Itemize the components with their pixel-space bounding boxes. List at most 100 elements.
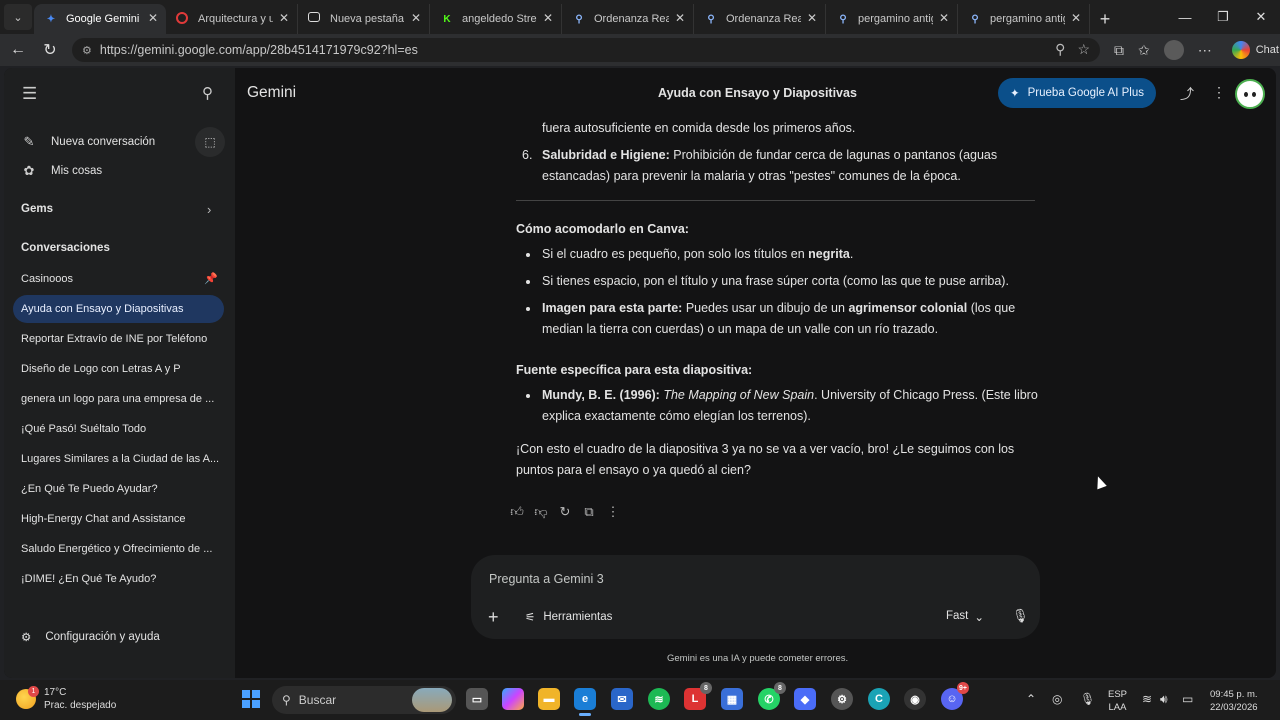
mic-tray-icon[interactable]: 🎙︎ — [1080, 692, 1095, 706]
sidebar-item[interactable]: ¡Qué Pasó! Suéltalo Todo — [13, 415, 224, 443]
spotify-icon[interactable]: ≋ — [648, 688, 670, 710]
copilot-app-icon[interactable] — [502, 688, 524, 710]
microphone-icon[interactable]: 🎙︎ — [1012, 608, 1029, 624]
sidebar-item[interactable]: Lugares Similares a la Ciudad de las A..… — [13, 445, 224, 473]
minimize-icon[interactable]: — — [1166, 0, 1204, 34]
sidebar-item-active[interactable]: Ayuda con Ensayo y Diapositivas — [13, 295, 224, 323]
file-explorer-icon[interactable]: ▬ — [538, 688, 560, 710]
gems-section[interactable]: Gems — [21, 203, 53, 215]
close-icon[interactable]: ✕ — [148, 11, 158, 25]
tab-1[interactable]: Arquitectura y urba ✕ — [166, 4, 298, 34]
tab-2[interactable]: Nueva pestaña ✕ — [298, 4, 430, 34]
sidebar-item[interactable]: Saludo Energético y Ofrecimiento de ... — [13, 535, 224, 563]
extensions-icon[interactable]: ⧉ — [1114, 42, 1124, 59]
weather-badge: 1 — [28, 686, 39, 697]
roblox-icon[interactable]: ◆ — [794, 688, 816, 710]
volume-icon[interactable]: 🔊︎ — [1160, 692, 1168, 707]
more-menu-icon[interactable]: ⋯ — [1198, 42, 1212, 59]
copy-icon[interactable]: ⧉ — [582, 504, 596, 520]
meet-icon[interactable]: ◎ — [1052, 692, 1062, 706]
close-icon[interactable]: ✕ — [543, 11, 553, 25]
new-chat-button[interactable]: ✎ Nueva conversación — [21, 134, 156, 150]
prompt-input[interactable]: Pregunta a Gemini 3 + ⚟ Herramientas Fas… — [471, 555, 1040, 639]
sidebar-item[interactable]: genera un logo para una empresa de ... — [13, 385, 224, 413]
menu-icon[interactable]: ☰ — [22, 84, 37, 104]
close-icon[interactable]: ✕ — [807, 11, 817, 25]
copilot-chat-button[interactable]: Chat — [1231, 41, 1279, 59]
sidebar-item[interactable]: ¡DIME! ¿En Qué Te Ayudo? — [13, 565, 224, 593]
account-avatar[interactable] — [1235, 79, 1265, 109]
task-view-icon[interactable]: ▭ — [466, 688, 488, 710]
disclaimer: Gemini es una IA y puede cometer errores… — [667, 653, 849, 664]
start-button[interactable] — [242, 690, 260, 708]
citation-text: . University of Chicago Press. (Este lib… — [814, 388, 1038, 402]
zoom-icon[interactable]: ⚲ — [1055, 41, 1065, 58]
taskbar-search[interactable]: ⚲ Buscar — [272, 686, 456, 714]
lang-code: ESP — [1108, 689, 1128, 700]
sidebar-item[interactable]: ¿En Qué Te Puedo Ayudar? — [13, 475, 224, 503]
close-window-icon[interactable]: ✕ — [1242, 0, 1280, 34]
thumbs-down-icon[interactable]: 👎︎ — [534, 504, 548, 520]
reload-icon[interactable]: ↻ — [36, 36, 64, 64]
outlook-icon[interactable]: ✉ — [611, 688, 633, 710]
tab-3[interactable]: K angeldedo Stream ✕ — [430, 4, 562, 34]
chevron-up-icon[interactable]: ⌃ — [1026, 692, 1036, 706]
gemini-brand[interactable]: Gemini — [247, 84, 296, 102]
pin-icon[interactable]: 📌 — [204, 272, 218, 285]
sidebar-item-casinoos[interactable]: Casinooos — [13, 265, 224, 293]
tab-label: Ordenanza Real de — [594, 13, 669, 25]
close-icon[interactable]: ✕ — [411, 11, 421, 25]
whatsapp-icon[interactable]: ✆ 8 — [758, 682, 786, 710]
sidebar-item[interactable]: Reportar Extravío de INE por Teléfono — [13, 325, 224, 353]
settings-help-button[interactable]: ⚙ Configuración y ayuda — [21, 630, 160, 644]
clock[interactable]: 09:45 p. m. 22/03/2026 — [1210, 688, 1258, 714]
discord-icon[interactable]: ☺ 9+ — [941, 682, 969, 710]
settings-gear-icon: ⚙ — [21, 632, 32, 644]
battery-icon[interactable]: ▭ — [1182, 692, 1193, 706]
tab-4[interactable]: ⚲ Ordenanza Real de ✕ — [562, 4, 694, 34]
close-icon[interactable]: ✕ — [675, 11, 685, 25]
back-icon[interactable]: ← — [4, 36, 32, 64]
thumbs-up-icon[interactable]: 👍︎ — [510, 504, 524, 520]
close-icon[interactable]: ✕ — [939, 11, 949, 25]
more-options-icon[interactable]: ⋮ — [606, 504, 620, 520]
close-icon[interactable]: ✕ — [279, 11, 289, 25]
store-icon[interactable]: ▦ — [721, 688, 743, 710]
tab-7[interactable]: ⚲ pergamino antiguo ✕ — [958, 4, 1090, 34]
model-mode-select[interactable]: Fast ⌄ — [946, 610, 984, 624]
chevron-right-icon[interactable]: › — [207, 202, 211, 217]
tab-search-menu-button[interactable]: ⌄ — [4, 4, 32, 30]
upgrade-button[interactable]: ✦ Prueba Google AI Plus — [998, 78, 1156, 108]
search-icon: ⚲ — [707, 13, 715, 25]
new-tab-button[interactable]: + — [1090, 4, 1120, 34]
sidebar-item[interactable]: Diseño de Logo con Letras A y P — [13, 355, 224, 383]
language-indicator[interactable]: ESP LAA — [1108, 688, 1127, 714]
wifi-icon[interactable]: ≋ — [1142, 692, 1152, 706]
restore-icon[interactable]: ❐ — [1204, 0, 1242, 34]
my-stuff-button[interactable]: ✿ Mis cosas — [21, 163, 103, 179]
settings-gear-icon[interactable]: ⚙ — [831, 688, 853, 710]
bookmark-star-icon[interactable]: ☆ — [1077, 41, 1090, 58]
weather-widget[interactable]: 1 17°C Prac. despejado — [16, 686, 116, 712]
regenerate-icon[interactable]: ↻ — [558, 504, 572, 520]
share-icon[interactable]: ⤴ — [1180, 84, 1194, 104]
sidebar-item[interactable]: High-Energy Chat and Assistance — [13, 505, 224, 533]
github-icon[interactable]: ◉ — [904, 688, 926, 710]
letter-app-icon[interactable]: L8 — [684, 682, 712, 710]
tab-5[interactable]: ⚲ Ordenanza Real de ✕ — [694, 4, 826, 34]
tab-0[interactable]: ✦ Google Gemini ✕ — [34, 4, 166, 34]
tab-6[interactable]: ⚲ pergamino antiguo ✕ — [826, 4, 958, 34]
close-icon[interactable]: ✕ — [1071, 11, 1081, 25]
edge-browser-icon[interactable]: e — [574, 688, 596, 716]
tools-button[interactable]: ⚟ Herramientas — [525, 610, 612, 624]
profile-avatar[interactable] — [1163, 40, 1184, 60]
favorites-icon[interactable]: ✩ — [1138, 42, 1150, 59]
canva-icon[interactable]: C — [868, 688, 890, 710]
search-icon[interactable]: ⚲ — [202, 84, 213, 102]
more-vert-icon[interactable]: ⋮ — [1212, 84, 1226, 101]
url-field[interactable]: ⚙ https://gemini.google.com/app/28b45141… — [72, 38, 1100, 62]
site-info-icon[interactable]: ⚙ — [82, 44, 92, 57]
bullet — [526, 280, 530, 284]
add-files-icon[interactable]: + — [488, 607, 499, 628]
temporary-chat-button[interactable]: ⬚ — [195, 127, 225, 157]
